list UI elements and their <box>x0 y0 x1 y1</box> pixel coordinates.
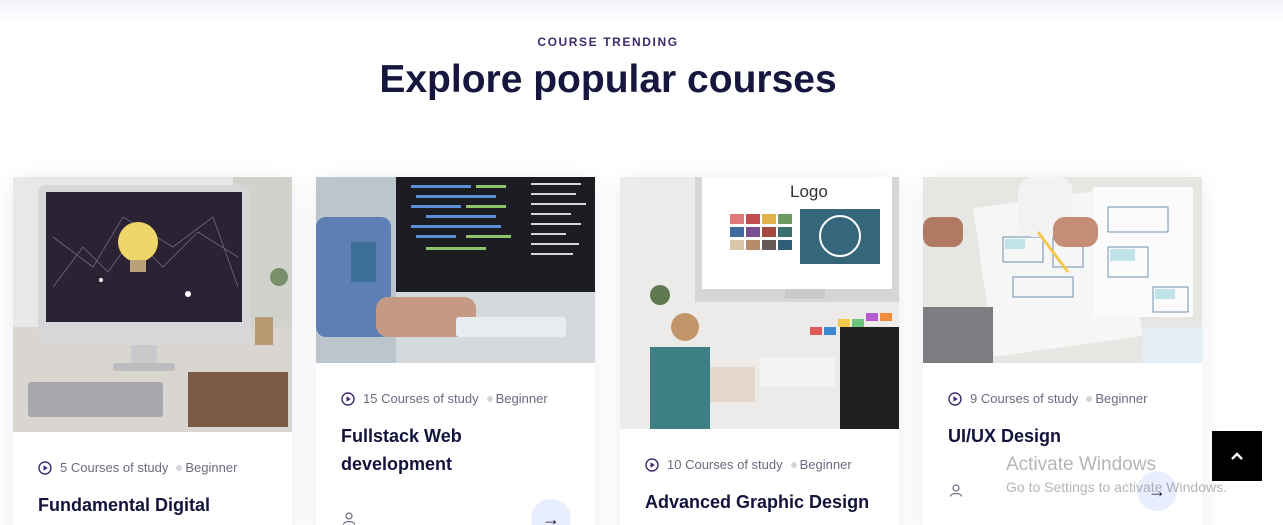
course-meta: 15 Courses of study Beginner <box>341 391 548 406</box>
course-card-fundamental-digital[interactable]: 5 Courses of study Beginner Fundamental … <box>13 177 292 525</box>
course-image: Logo <box>620 177 899 429</box>
course-title[interactable]: Fullstack Web development <box>341 422 521 478</box>
course-lessons: 5 Courses of study <box>60 460 169 475</box>
course-card-fullstack-web[interactable]: 15 Courses of study Beginner Fullstack W… <box>316 177 595 525</box>
chevron-up-icon <box>1231 452 1243 460</box>
course-level: Beginner <box>185 460 238 475</box>
course-lessons: 15 Courses of study <box>363 391 479 406</box>
course-level: Beginner <box>1095 391 1148 406</box>
course-arrow-button[interactable]: → <box>531 499 571 525</box>
play-circle-icon <box>341 391 355 406</box>
separator-dot <box>486 395 493 402</box>
course-meta: 10 Courses of study Beginner <box>645 457 852 472</box>
section-eyebrow: COURSE TRENDING <box>537 35 679 49</box>
section-heading: Explore popular courses <box>379 58 837 101</box>
arrow-right-icon: → <box>542 508 560 525</box>
course-card-advanced-graphic-design[interactable]: Logo 10 Courses of study Beginner Advanc… <box>620 177 899 525</box>
watermark-title: Activate Windows <box>1006 454 1156 475</box>
top-band <box>0 0 1283 22</box>
play-circle-icon <box>38 460 52 475</box>
course-lessons: 10 Courses of study <box>667 457 783 472</box>
separator-dot <box>176 464 183 471</box>
play-circle-icon <box>645 457 659 472</box>
user-icon <box>342 512 356 525</box>
course-level: Beginner <box>799 457 852 472</box>
separator-dot <box>790 461 797 468</box>
watermark-subtitle: Go to Settings to activate Windows. <box>1006 479 1227 495</box>
course-meta: 5 Courses of study Beginner <box>38 460 237 475</box>
play-circle-icon <box>948 391 962 406</box>
course-title[interactable]: Fundamental Digital <box>38 491 268 519</box>
course-level: Beginner <box>495 391 548 406</box>
course-title[interactable]: UI/UX Design <box>948 422 1178 450</box>
scroll-to-top-button[interactable] <box>1212 431 1262 481</box>
course-image <box>13 177 292 432</box>
user-icon <box>949 484 963 497</box>
svg-text:Logo: Logo <box>790 182 828 201</box>
course-meta: 9 Courses of study Beginner <box>948 391 1147 406</box>
separator-dot <box>1086 395 1093 402</box>
course-image <box>316 177 595 363</box>
course-image <box>923 177 1202 363</box>
course-title[interactable]: Advanced Graphic Design <box>645 488 895 516</box>
course-lessons: 9 Courses of study <box>970 391 1079 406</box>
activation-watermark: Activate Windows Go to Settings to activ… <box>1006 454 1227 495</box>
